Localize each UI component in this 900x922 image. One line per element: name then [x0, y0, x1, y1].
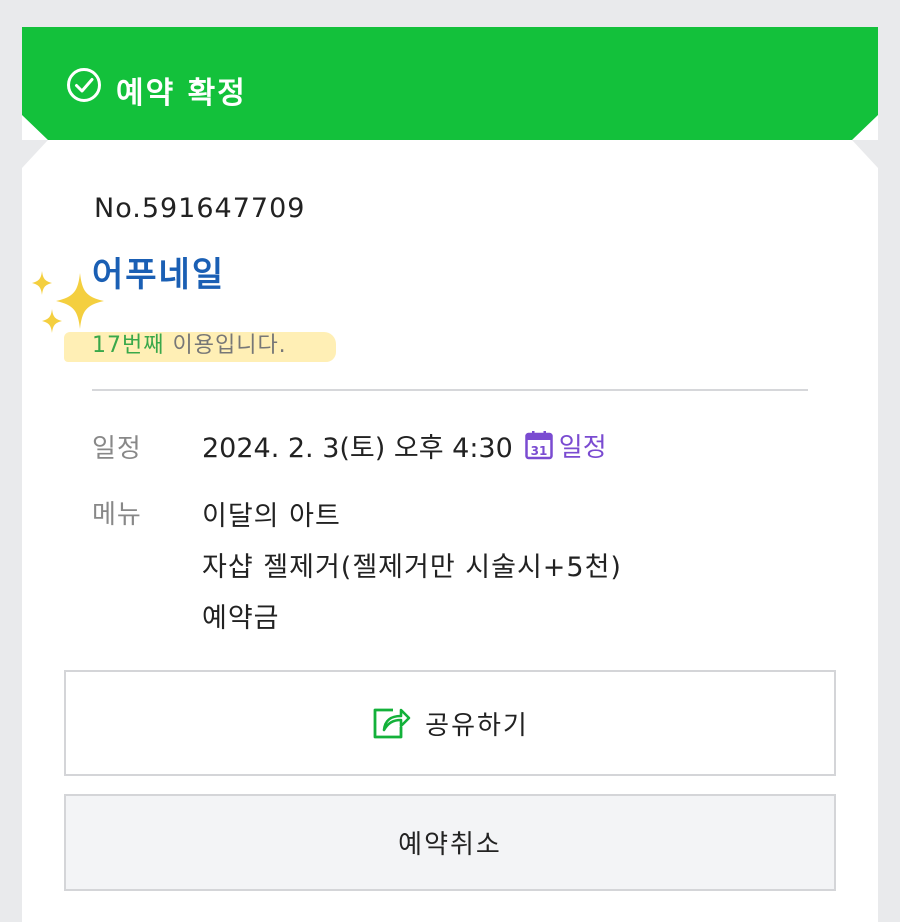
- menu-label: 메뉴: [92, 500, 142, 530]
- share-label: 공유하기: [425, 710, 529, 741]
- share-button[interactable]: 공유하기: [64, 670, 836, 776]
- calendar-icon: 31: [525, 431, 553, 460]
- usage-text: 17번째 이용입니다.: [92, 327, 287, 359]
- shop-name[interactable]: 어푸네일: [92, 247, 225, 296]
- reservation-card: 예약 확정 No.591647709 어푸네일 17번째 이용입니다. 일정 2…: [22, 27, 878, 922]
- menu-item: 자샵 젤제거(젤제거만 시술시+5천): [202, 552, 622, 583]
- calendar-link-label: 일정: [558, 432, 607, 463]
- usage-count: 17번째: [92, 333, 165, 358]
- confirmation-header: 예약 확정: [22, 27, 878, 140]
- usage-suffix: 이용입니다.: [164, 333, 287, 358]
- menu-item: 이달의 아트: [202, 501, 341, 532]
- calendar-icon-day: 31: [530, 444, 547, 458]
- add-to-calendar-link[interactable]: 31 일정: [525, 427, 607, 464]
- schedule-value: 2024. 2. 3(토) 오후 4:30: [202, 432, 513, 464]
- cancel-reservation-button[interactable]: 예약취소: [64, 794, 836, 891]
- card-body: [22, 27, 878, 922]
- header-title: 예약 확정: [116, 76, 247, 111]
- cancel-label: 예약취소: [398, 830, 502, 860]
- share-icon: [373, 708, 411, 739]
- schedule-row: 2024. 2. 3(토) 오후 4:30 31 일정: [202, 427, 607, 464]
- schedule-label: 일정: [92, 434, 142, 464]
- check-circle-icon: [66, 67, 102, 103]
- booking-number: No.591647709: [94, 193, 306, 224]
- menu-item: 예약금: [202, 603, 280, 634]
- divider: [92, 389, 808, 391]
